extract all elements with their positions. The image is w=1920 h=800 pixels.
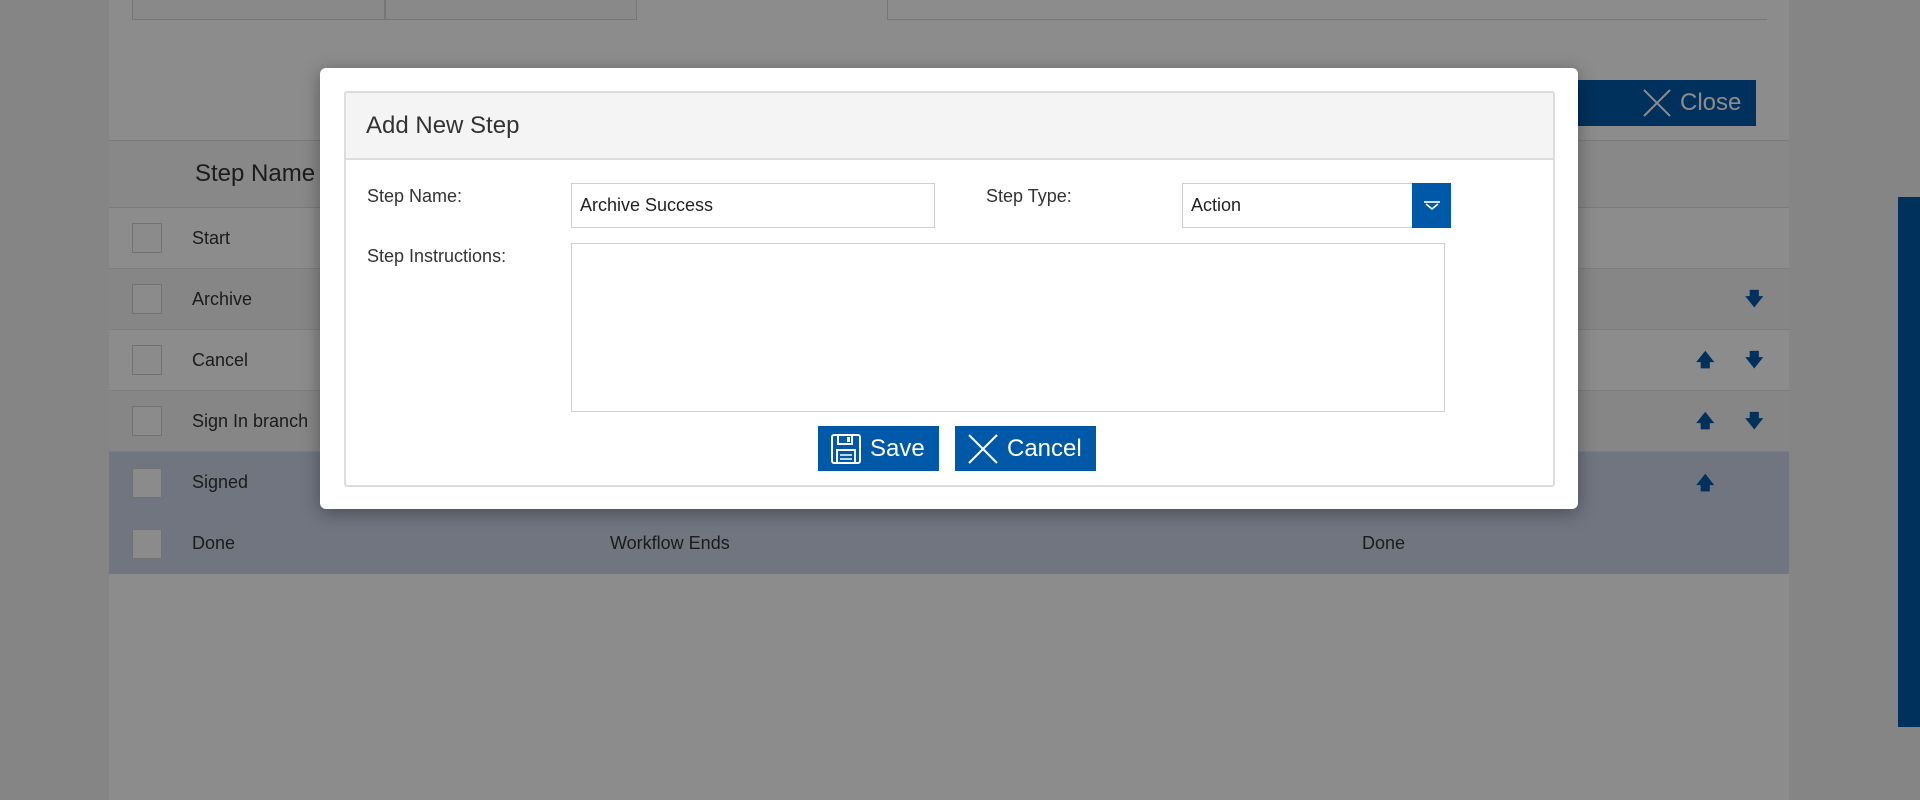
chevron-down-icon bbox=[1423, 200, 1440, 210]
floppy-disk-icon bbox=[831, 433, 861, 464]
dropdown-toggle-button[interactable] bbox=[1412, 183, 1451, 228]
dialog-panel: Add New Step Step Name: Step Type: Actio… bbox=[344, 91, 1555, 487]
step-instructions-label: Step Instructions: bbox=[367, 246, 507, 266]
dialog-title: Add New Step bbox=[366, 111, 520, 139]
cancel-button-label: Cancel bbox=[1007, 434, 1082, 462]
close-icon bbox=[968, 433, 998, 464]
add-step-dialog: Add New Step Step Name: Step Type: Actio… bbox=[320, 68, 1578, 509]
step-instructions-textarea[interactable] bbox=[571, 243, 1445, 412]
dialog-header: Add New Step bbox=[346, 93, 1553, 160]
step-type-select[interactable]: Action bbox=[1182, 183, 1451, 228]
cancel-button[interactable]: Cancel bbox=[955, 426, 1096, 471]
step-name-input[interactable] bbox=[571, 183, 935, 228]
save-button[interactable]: Save bbox=[818, 426, 939, 471]
save-button-label: Save bbox=[870, 434, 925, 462]
step-type-label: Step Type: bbox=[986, 186, 1072, 206]
step-name-label: Step Name: bbox=[367, 186, 463, 206]
step-type-value: Action bbox=[1191, 195, 1242, 215]
